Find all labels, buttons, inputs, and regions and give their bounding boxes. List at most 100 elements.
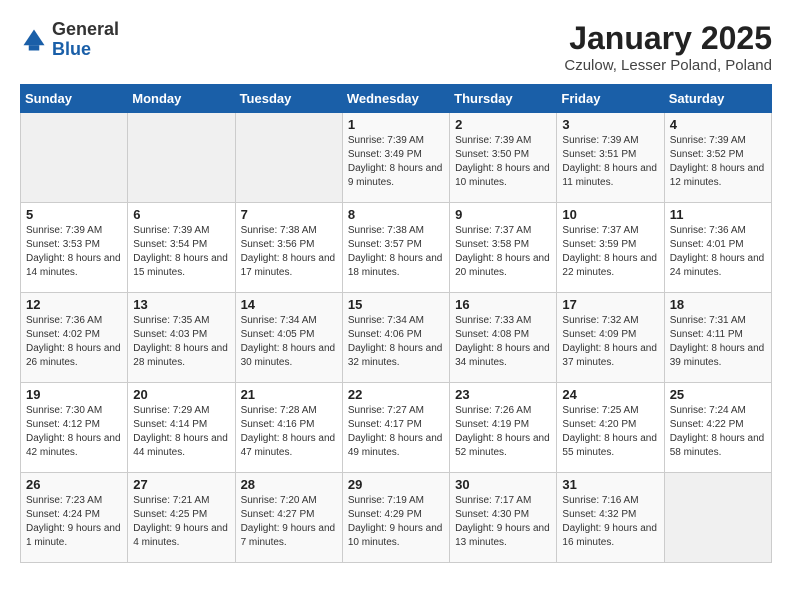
weekday-row: SundayMondayTuesdayWednesdayThursdayFrid…	[21, 85, 772, 113]
day-info: Sunrise: 7:37 AM Sunset: 3:59 PM Dayligh…	[562, 224, 658, 280]
calendar-cell: 23 Sunrise: 7:26 AM Sunset: 4:19 PM Dayli…	[450, 383, 557, 473]
calendar-cell: 21Sunrise: 7:28 AM Sunset: 4:16 PM Dayli…	[235, 383, 342, 473]
calendar-subtitle: Czulow, Lesser Poland, Poland	[564, 57, 772, 74]
calendar-cell	[664, 473, 771, 563]
weekday-header-thursday: Thursday	[450, 85, 557, 113]
calendar-week-1: 1Sunrise: 7:39 AM Sunset: 3:49 PM Daylig…	[21, 113, 772, 203]
logo-blue-text: Blue	[52, 39, 91, 59]
day-number: 23	[455, 387, 551, 402]
day-number: 5	[26, 207, 122, 222]
day-number: 17	[562, 297, 658, 312]
calendar-cell: 1Sunrise: 7:39 AM Sunset: 3:49 PM Daylig…	[342, 113, 449, 203]
calendar-cell: 9Sunrise: 7:37 AM Sunset: 3:58 PM Daylig…	[450, 203, 557, 293]
calendar-cell: 14 Sunrise: 7:34 AM Sunset: 4:05 PM Dayli…	[235, 293, 342, 383]
calendar-cell: 27 Sunrise: 7:21 AM Sunset: 4:25 PM Dayli…	[128, 473, 235, 563]
day-number: 20	[133, 387, 229, 402]
weekday-header-monday: Monday	[128, 85, 235, 113]
day-number: 14	[241, 297, 337, 312]
day-number: 2	[455, 117, 551, 132]
calendar-cell: 12Sunrise: 7:36 AM Sunset: 4:02 PM Dayli…	[21, 293, 128, 383]
day-info: Sunrise: 7:31 AM Sunset: 4:11 PM Dayligh…	[670, 314, 766, 370]
day-info: Sunrise: 7:16 AM Sunset: 4:32 PM Dayligh…	[562, 494, 658, 550]
day-info: Sunrise: 7:39 AM Sunset: 3:54 PM Dayligh…	[133, 224, 229, 280]
day-number: 27	[133, 477, 229, 492]
day-number: 8	[348, 207, 444, 222]
day-info: Sunrise: 7:28 AM Sunset: 4:16 PM Dayligh…	[241, 404, 337, 460]
calendar-cell: 7 Sunrise: 7:38 AM Sunset: 3:56 PM Daylig…	[235, 203, 342, 293]
day-number: 12	[26, 297, 122, 312]
day-number: 25	[670, 387, 766, 402]
logo: General Blue	[20, 20, 119, 60]
day-info: Sunrise: 7:32 AM Sunset: 4:09 PM Dayligh…	[562, 314, 658, 370]
calendar-cell: 4 Sunrise: 7:39 AM Sunset: 3:52 PM Daylig…	[664, 113, 771, 203]
calendar-cell: 11 Sunrise: 7:36 AM Sunset: 4:01 PM Dayli…	[664, 203, 771, 293]
calendar-cell: 2 Sunrise: 7:39 AM Sunset: 3:50 PM Daylig…	[450, 113, 557, 203]
day-number: 22	[348, 387, 444, 402]
day-info: Sunrise: 7:38 AM Sunset: 3:57 PM Dayligh…	[348, 224, 444, 280]
day-info: Sunrise: 7:33 AM Sunset: 4:08 PM Dayligh…	[455, 314, 551, 370]
calendar-cell: 19 Sunrise: 7:30 AM Sunset: 4:12 PM Dayli…	[21, 383, 128, 473]
calendar-table: SundayMondayTuesdayWednesdayThursdayFrid…	[20, 84, 772, 563]
day-number: 18	[670, 297, 766, 312]
calendar-body: 1Sunrise: 7:39 AM Sunset: 3:49 PM Daylig…	[21, 113, 772, 563]
day-info: Sunrise: 7:27 AM Sunset: 4:17 PM Dayligh…	[348, 404, 444, 460]
day-info: Sunrise: 7:39 AM Sunset: 3:50 PM Dayligh…	[455, 134, 551, 190]
day-info: Sunrise: 7:38 AM Sunset: 3:56 PM Dayligh…	[241, 224, 337, 280]
page-header: General Blue January 2025 Czulow, Lesser…	[20, 20, 772, 74]
day-number: 11	[670, 207, 766, 222]
day-number: 16	[455, 297, 551, 312]
day-info: Sunrise: 7:21 AM Sunset: 4:25 PM Dayligh…	[133, 494, 229, 550]
calendar-cell: 17 Sunrise: 7:32 AM Sunset: 4:09 PM Dayli…	[557, 293, 664, 383]
calendar-cell: 24Sunrise: 7:25 AM Sunset: 4:20 PM Dayli…	[557, 383, 664, 473]
calendar-cell: 22 Sunrise: 7:27 AM Sunset: 4:17 PM Dayli…	[342, 383, 449, 473]
calendar-cell: 3Sunrise: 7:39 AM Sunset: 3:51 PM Daylig…	[557, 113, 664, 203]
day-number: 30	[455, 477, 551, 492]
day-number: 13	[133, 297, 229, 312]
calendar-cell	[235, 113, 342, 203]
calendar-week-5: 26 Sunrise: 7:23 AM Sunset: 4:24 PM Dayli…	[21, 473, 772, 563]
day-info: Sunrise: 7:39 AM Sunset: 3:49 PM Dayligh…	[348, 134, 444, 190]
day-info: Sunrise: 7:30 AM Sunset: 4:12 PM Dayligh…	[26, 404, 122, 460]
day-info: Sunrise: 7:19 AM Sunset: 4:29 PM Dayligh…	[348, 494, 444, 550]
weekday-header-friday: Friday	[557, 85, 664, 113]
calendar-cell: 18 Sunrise: 7:31 AM Sunset: 4:11 PM Dayli…	[664, 293, 771, 383]
calendar-cell: 20 Sunrise: 7:29 AM Sunset: 4:14 PM Dayli…	[128, 383, 235, 473]
calendar-cell: 16 Sunrise: 7:33 AM Sunset: 4:08 PM Dayli…	[450, 293, 557, 383]
calendar-week-3: 12Sunrise: 7:36 AM Sunset: 4:02 PM Dayli…	[21, 293, 772, 383]
day-number: 19	[26, 387, 122, 402]
calendar-cell: 26 Sunrise: 7:23 AM Sunset: 4:24 PM Dayli…	[21, 473, 128, 563]
day-info: Sunrise: 7:39 AM Sunset: 3:53 PM Dayligh…	[26, 224, 122, 280]
day-info: Sunrise: 7:39 AM Sunset: 3:52 PM Dayligh…	[670, 134, 766, 190]
day-number: 7	[241, 207, 337, 222]
calendar-cell: 30 Sunrise: 7:17 AM Sunset: 4:30 PM Dayli…	[450, 473, 557, 563]
calendar-cell: 8 Sunrise: 7:38 AM Sunset: 3:57 PM Daylig…	[342, 203, 449, 293]
day-info: Sunrise: 7:36 AM Sunset: 4:01 PM Dayligh…	[670, 224, 766, 280]
calendar-cell: 25Sunrise: 7:24 AM Sunset: 4:22 PM Dayli…	[664, 383, 771, 473]
weekday-header-tuesday: Tuesday	[235, 85, 342, 113]
calendar-header: SundayMondayTuesdayWednesdayThursdayFrid…	[21, 85, 772, 113]
day-info: Sunrise: 7:20 AM Sunset: 4:27 PM Dayligh…	[241, 494, 337, 550]
day-number: 28	[241, 477, 337, 492]
calendar-cell: 13Sunrise: 7:35 AM Sunset: 4:03 PM Dayli…	[128, 293, 235, 383]
calendar-cell: 10 Sunrise: 7:37 AM Sunset: 3:59 PM Dayli…	[557, 203, 664, 293]
calendar-week-2: 5 Sunrise: 7:39 AM Sunset: 3:53 PM Daylig…	[21, 203, 772, 293]
day-number: 24	[562, 387, 658, 402]
day-number: 15	[348, 297, 444, 312]
day-info: Sunrise: 7:23 AM Sunset: 4:24 PM Dayligh…	[26, 494, 122, 550]
day-number: 31	[562, 477, 658, 492]
day-info: Sunrise: 7:29 AM Sunset: 4:14 PM Dayligh…	[133, 404, 229, 460]
day-info: Sunrise: 7:34 AM Sunset: 4:05 PM Dayligh…	[241, 314, 337, 370]
day-info: Sunrise: 7:17 AM Sunset: 4:30 PM Dayligh…	[455, 494, 551, 550]
weekday-header-saturday: Saturday	[664, 85, 771, 113]
day-number: 26	[26, 477, 122, 492]
day-number: 10	[562, 207, 658, 222]
logo-icon	[20, 26, 48, 54]
title-block: January 2025 Czulow, Lesser Poland, Pola…	[564, 20, 772, 74]
calendar-cell: 5 Sunrise: 7:39 AM Sunset: 3:53 PM Daylig…	[21, 203, 128, 293]
day-number: 6	[133, 207, 229, 222]
day-info: Sunrise: 7:26 AM Sunset: 4:19 PM Dayligh…	[455, 404, 551, 460]
day-number: 4	[670, 117, 766, 132]
calendar-cell: 29Sunrise: 7:19 AM Sunset: 4:29 PM Dayli…	[342, 473, 449, 563]
calendar-cell: 28 Sunrise: 7:20 AM Sunset: 4:27 PM Dayli…	[235, 473, 342, 563]
day-info: Sunrise: 7:39 AM Sunset: 3:51 PM Dayligh…	[562, 134, 658, 190]
